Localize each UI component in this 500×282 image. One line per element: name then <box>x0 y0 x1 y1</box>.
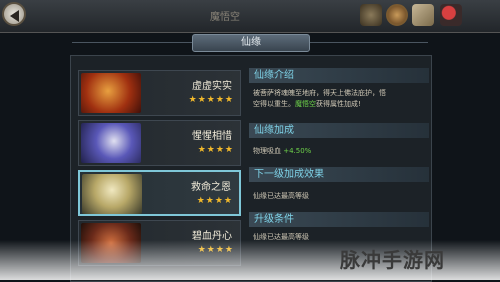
back-button[interactable] <box>2 2 26 26</box>
star-rating: ★★★★★ <box>188 95 234 105</box>
bonus-value: +4.50% <box>283 147 312 155</box>
watermark: 脉冲手游网 <box>340 248 445 272</box>
top-title: 魔悟空 <box>210 12 240 23</box>
map-icon[interactable] <box>412 4 434 26</box>
magnifier-icon[interactable] <box>440 4 462 26</box>
list-item[interactable]: 惺惺相惜 ★★★★ <box>78 120 241 166</box>
list-item[interactable]: 虚虚实实 ★★★★★ <box>78 70 241 116</box>
bonus-label: 物理吸血 <box>253 147 281 155</box>
hero-portrait <box>81 123 141 163</box>
list-item-selected[interactable]: 救命之恩 ★★★★ <box>78 170 241 216</box>
intro-line-2: 空得以重生。魔悟空获得属性加成! <box>253 100 361 108</box>
intro-hero-name: 魔悟空 <box>295 100 316 108</box>
tab-xianyuan[interactable]: 仙缘 <box>192 34 310 52</box>
tab-divider-left <box>72 42 192 43</box>
next-level-header: 下一级加成效果 <box>249 167 429 182</box>
coin-icon[interactable] <box>386 4 408 26</box>
scroll-icon[interactable] <box>360 4 382 26</box>
hero-portrait <box>82 174 142 214</box>
upgrade-header: 升级条件 <box>249 212 429 227</box>
item-name: 虚虚实实 <box>192 81 232 92</box>
intro-line-1: 被菩萨将魂魄至地府，得天上佛法庇护，悟 <box>253 89 386 97</box>
next-level-text: 仙缘已达最高等级 <box>253 192 309 200</box>
star-rating: ★★★★ <box>197 145 234 155</box>
bonus-text: 物理吸血 +4.50% <box>253 146 425 157</box>
bonus-header: 仙缘加成 <box>249 123 429 138</box>
intro-header: 仙缘介绍 <box>249 68 429 83</box>
intro-text: 被菩萨将魂魄至地府，得天上佛法庇护，悟 空得以重生。魔悟空获得属性加成! <box>253 88 425 110</box>
item-name: 救命之恩 <box>191 182 231 193</box>
hero-portrait <box>81 73 141 113</box>
item-name: 惺惺相惜 <box>192 131 232 142</box>
star-rating: ★★★★ <box>196 196 233 206</box>
tab-divider-right <box>308 42 428 43</box>
top-bar: 魔悟空 <box>0 0 500 33</box>
